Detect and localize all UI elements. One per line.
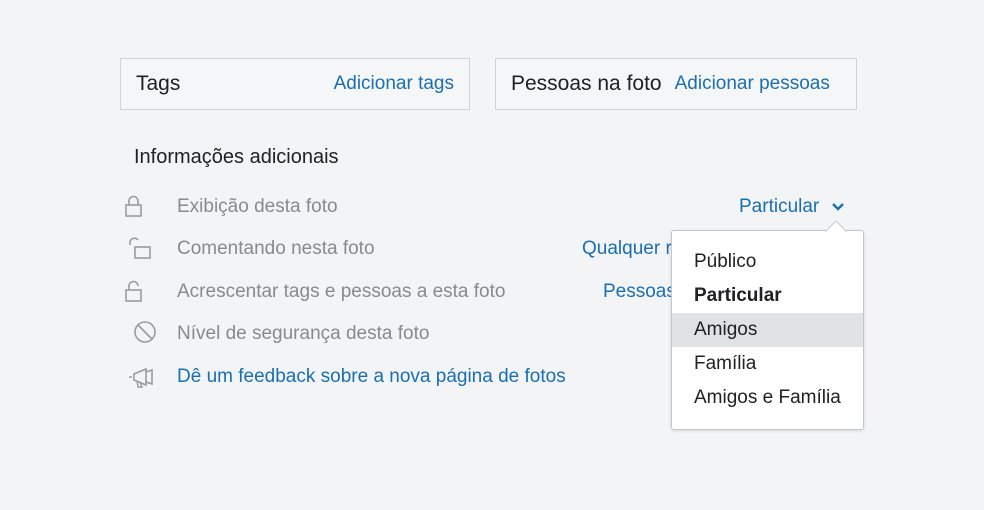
option-particular[interactable]: Particular: [672, 279, 863, 313]
dropdown-options: Público Particular Amigos Família Amigos…: [672, 231, 863, 415]
row-safety: Nível de segurança desta foto: [120, 321, 670, 351]
option-amigos-e-familia[interactable]: Amigos e Família: [672, 381, 863, 415]
row-label: Comentando nesta foto: [177, 238, 375, 259]
section-title: Informações adicionais: [134, 146, 339, 168]
row-visibility: Exibição desta foto Particular: [120, 194, 860, 224]
row-commenting: Comentando nesta foto Qualquer r: [120, 236, 672, 267]
tagging-value[interactable]: Pessoas: [603, 281, 676, 303]
visibility-dropdown-toggle[interactable]: Particular: [739, 196, 845, 218]
people-title: Pessoas na foto: [511, 72, 662, 95]
add-people-link[interactable]: Adicionar pessoas: [675, 73, 830, 95]
row-feedback[interactable]: Dê um feedback sobre a nova página de fo…: [120, 364, 670, 394]
row-label: Acrescentar tags e pessoas a esta foto: [177, 281, 506, 302]
option-amigos[interactable]: Amigos: [672, 313, 863, 347]
row-label: Exibição desta foto: [177, 196, 338, 217]
visibility-dropdown-menu: Público Particular Amigos Família Amigos…: [671, 221, 864, 430]
people-box: Pessoas na foto Adicionar pessoas: [495, 58, 857, 110]
feedback-link[interactable]: Dê um feedback sobre a nova página de fo…: [177, 366, 566, 388]
chevron-down-icon: [831, 196, 845, 218]
option-familia[interactable]: Família: [672, 347, 863, 381]
tags-title: Tags: [136, 72, 181, 95]
tags-box: Tags Adicionar tags: [120, 58, 470, 110]
visibility-value: Particular: [739, 196, 820, 218]
lock-icon: [120, 194, 146, 225]
unlock-icon: [128, 236, 154, 267]
lock-open-icon: [120, 279, 146, 310]
option-publico[interactable]: Público: [672, 245, 863, 279]
megaphone-icon: [128, 364, 158, 395]
add-tags-link[interactable]: Adicionar tags: [334, 73, 454, 95]
row-tagging: Acrescentar tags e pessoas a esta foto P…: [120, 279, 676, 310]
prohibited-icon: [133, 321, 159, 352]
commenting-value[interactable]: Qualquer r: [582, 238, 672, 260]
row-label: Nível de segurança desta foto: [177, 323, 430, 344]
